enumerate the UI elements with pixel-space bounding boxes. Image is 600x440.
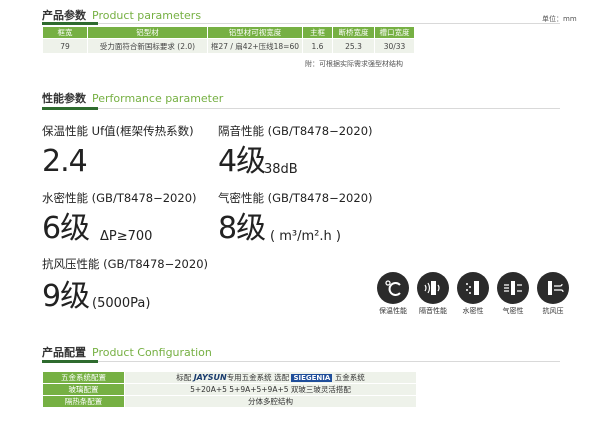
params-value-cell: 框27 / 扇42+压线18=60: [207, 38, 303, 54]
params-table: 框宽 铝型材 铝型材可视宽度 主框 断桥宽度 槽口宽度 79 受力面符合新国标要…: [42, 26, 415, 54]
jaysun-logo: JAYSUN: [193, 373, 227, 382]
params-header-cell: 框宽: [42, 26, 88, 39]
config-value-post: 五金系统: [334, 373, 365, 382]
params-header-cell: 铝型材可视宽度: [207, 26, 303, 39]
wind-icon-group: 抗风压: [536, 272, 570, 316]
water-tightness-icon: [457, 272, 489, 304]
params-value-row: 79 受力面符合新国标要求 (2.0) 框27 / 扇42+压线18=60 1.…: [42, 38, 415, 54]
product-params-title-en: Product parameters: [92, 9, 202, 22]
icon-label: 水密性: [462, 307, 484, 315]
config-divider: [42, 360, 560, 363]
wind-label: 抗风压性能 (GB/T8478−2020): [42, 257, 208, 271]
config-key: 隔热条配置: [42, 395, 125, 408]
sound-value: 4级: [218, 144, 266, 179]
thermal-value: 2.4: [42, 144, 88, 179]
water-icon-group: 水密性: [456, 272, 490, 316]
product-params-title-cn: 产品参数: [42, 9, 86, 22]
thermometer-celsius-icon: [377, 272, 409, 304]
config-value: 分体多腔结构: [124, 395, 417, 408]
params-header-cell: 铝型材: [87, 26, 208, 39]
air-tightness-icon: [497, 272, 529, 304]
params-value-cell: 受力面符合新国标要求 (2.0): [87, 38, 208, 54]
icon-label: 隔音性能: [419, 307, 447, 315]
params-divider: [42, 22, 560, 25]
wind-resistance-icon: [537, 272, 569, 304]
config-value-pre: 标配: [176, 373, 192, 382]
air-icon-group: 气密性: [496, 272, 530, 316]
water-unit: ΔP≥700: [100, 229, 153, 244]
config-key: 玻璃配置: [42, 383, 125, 396]
params-header-cell: 断桥宽度: [332, 26, 375, 39]
params-note: 附：可根据实际需求强型材结构: [305, 60, 403, 68]
air-label: 气密性能 (GB/T8478−2020): [218, 191, 373, 205]
wind-unit: (5000Pa): [92, 296, 151, 311]
performance-title: 性能参数 Performance parameter: [42, 90, 223, 106]
sound-icon-group: 隔音性能: [416, 272, 450, 316]
config-title-cn: 产品配置: [42, 346, 86, 359]
product-params-title: 产品参数 Product parameters: [42, 7, 201, 23]
params-value-cell: 25.3: [332, 38, 375, 54]
params-header-cell: 槽口宽度: [374, 26, 415, 39]
sound-label: 隔音性能 (GB/T8478−2020): [218, 124, 373, 138]
performance-divider: [42, 107, 560, 110]
thermal-label: 保温性能 Uf值(框架传热系数): [42, 124, 194, 138]
params-value-cell: 79: [42, 38, 88, 54]
config-row: 五金系统配置 标配 JAYSUN专用五金系统 选配 SIEGENIA 五金系统: [42, 371, 417, 384]
icon-label: 保温性能: [379, 307, 407, 315]
config-title-en: Product Configuration: [92, 346, 212, 359]
config-value: 标配 JAYSUN专用五金系统 选配 SIEGENIA 五金系统: [124, 371, 417, 384]
performance-title-cn: 性能参数: [42, 92, 86, 105]
sound-unit: 38dB: [264, 162, 298, 177]
sound-insulation-icon: [417, 272, 449, 304]
params-value-cell: 30/33: [374, 38, 415, 54]
air-unit: ( m³/m².h ): [270, 229, 341, 244]
config-row: 隔热条配置 分体多腔结构: [42, 395, 417, 408]
air-value: 8级: [218, 211, 266, 246]
config-value-mid: 专用五金系统 选配: [226, 373, 290, 382]
wind-value: 9级: [42, 279, 90, 314]
thermal-icon-group: 保温性能: [376, 272, 410, 316]
water-label: 水密性能 (GB/T8478−2020): [42, 191, 197, 205]
params-header-cell: 主框: [302, 26, 333, 39]
siegenia-logo: SIEGENIA: [291, 374, 333, 382]
params-value-cell: 1.6: [302, 38, 333, 54]
performance-title-en: Performance parameter: [92, 92, 224, 105]
config-key: 五金系统配置: [42, 371, 125, 384]
icon-label: 抗风压: [542, 307, 564, 315]
icon-label: 气密性: [502, 307, 524, 315]
config-table: 五金系统配置 标配 JAYSUN专用五金系统 选配 SIEGENIA 五金系统 …: [42, 371, 417, 408]
config-title: 产品配置 Product Configuration: [42, 344, 212, 360]
config-value: 5+20A+5 5+9A+5+9A+5 双玻三玻灵活搭配: [124, 383, 417, 396]
config-row: 玻璃配置 5+20A+5 5+9A+5+9A+5 双玻三玻灵活搭配: [42, 383, 417, 396]
params-header-row: 框宽 铝型材 铝型材可视宽度 主框 断桥宽度 槽口宽度: [42, 26, 415, 39]
water-value: 6级: [42, 211, 90, 246]
